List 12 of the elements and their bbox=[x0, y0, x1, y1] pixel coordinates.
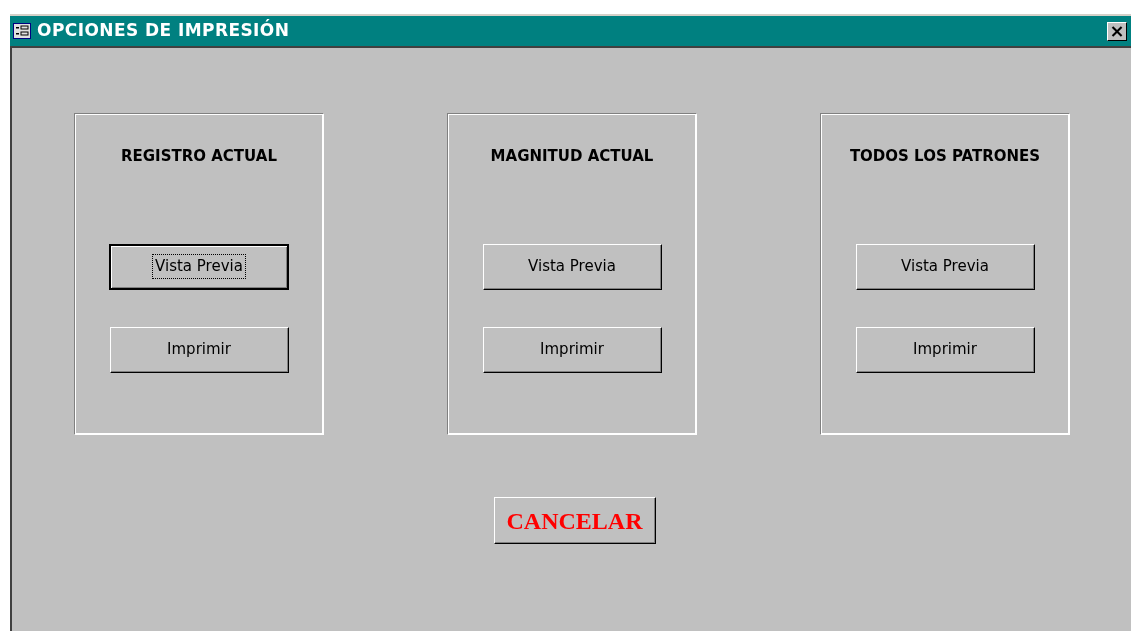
window-title: OPCIONES DE IMPRESIÓN bbox=[37, 18, 291, 43]
action-button[interactable]: Imprimir bbox=[482, 326, 662, 373]
group-heading: MAGNITUD ACTUAL bbox=[490, 146, 654, 167]
close-button[interactable]: × bbox=[1107, 21, 1127, 41]
form-icon bbox=[13, 23, 31, 39]
action-button[interactable]: Vista Previa bbox=[482, 243, 662, 290]
group-heading: REGISTRO ACTUAL bbox=[121, 146, 277, 167]
action-button[interactable]: Imprimir bbox=[855, 326, 1035, 373]
action-button[interactable]: Vista Previa bbox=[855, 243, 1035, 290]
group-heading: TODOS LOS PATRONES bbox=[849, 146, 1041, 167]
action-button[interactable]: Vista Previa bbox=[109, 243, 289, 290]
action-button[interactable]: Imprimir bbox=[109, 326, 289, 373]
